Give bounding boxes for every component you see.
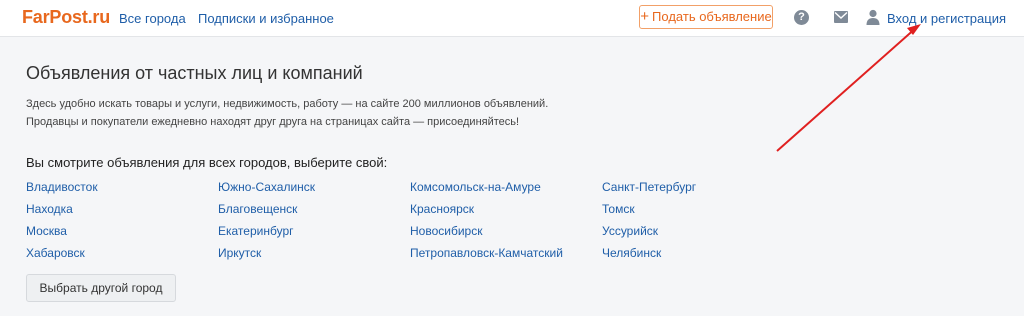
city-link[interactable]: Иркутск bbox=[218, 245, 408, 267]
city-link[interactable]: Новосибирск bbox=[410, 223, 600, 245]
city-column-3: Комсомольск-на-Амуре Красноярск Новосиби… bbox=[410, 179, 600, 267]
city-link[interactable]: Комсомольск-на-Амуре bbox=[410, 179, 600, 201]
farpost-logo[interactable]: FarPost.ru bbox=[22, 7, 110, 28]
city-link[interactable]: Владивосток bbox=[26, 179, 216, 201]
intro-line-1: Здесь удобно искать товары и услуги, нед… bbox=[26, 98, 549, 110]
post-ad-label: Подать объявление bbox=[652, 9, 772, 24]
city-column-4: Санкт-Петербург Томск Уссурийск Челябинс… bbox=[602, 179, 792, 267]
city-link[interactable]: Петропавловск-Камчатский bbox=[410, 245, 600, 267]
city-link[interactable]: Южно-Сахалинск bbox=[218, 179, 408, 201]
city-link[interactable]: Хабаровск bbox=[26, 245, 216, 267]
main-content: Объявления от частных лиц и компаний Зде… bbox=[0, 37, 1024, 316]
top-bar: FarPost.ru Все города Подписки и избранн… bbox=[0, 0, 1024, 37]
city-link[interactable]: Санкт-Петербург bbox=[602, 179, 792, 201]
city-link[interactable]: Уссурийск bbox=[602, 223, 792, 245]
choose-city-prompt: Вы смотрите объявления для всех городов,… bbox=[26, 155, 388, 170]
nav-subscriptions[interactable]: Подписки и избранное bbox=[198, 11, 334, 26]
plus-icon: + bbox=[640, 8, 650, 25]
city-column-1: Владивосток Находка Москва Хабаровск bbox=[26, 179, 216, 267]
city-link[interactable]: Красноярск bbox=[410, 201, 600, 223]
city-link[interactable]: Томск bbox=[602, 201, 792, 223]
intro-text: Здесь удобно искать товары и услуги, нед… bbox=[26, 95, 548, 131]
nav-all-cities[interactable]: Все города bbox=[119, 11, 186, 26]
post-ad-button[interactable]: + Подать объявление bbox=[639, 5, 773, 29]
city-link[interactable]: Благовещенск bbox=[218, 201, 408, 223]
page-title: Объявления от частных лиц и компаний bbox=[26, 63, 363, 83]
city-column-2: Южно-Сахалинск Благовещенск Екатеринбург… bbox=[218, 179, 408, 267]
help-icon[interactable]: ? bbox=[794, 10, 809, 25]
city-link[interactable]: Москва bbox=[26, 223, 216, 245]
city-link[interactable]: Екатеринбург bbox=[218, 223, 408, 245]
user-icon[interactable] bbox=[866, 9, 880, 25]
city-link[interactable]: Челябинск bbox=[602, 245, 792, 267]
choose-other-city-button[interactable]: Выбрать другой город bbox=[26, 274, 176, 302]
mail-icon[interactable] bbox=[834, 11, 848, 23]
city-link[interactable]: Находка bbox=[26, 201, 216, 223]
intro-line-2: Продавцы и покупатели ежедневно находят … bbox=[26, 116, 520, 128]
login-register-link[interactable]: Вход и регистрация bbox=[887, 11, 1006, 26]
